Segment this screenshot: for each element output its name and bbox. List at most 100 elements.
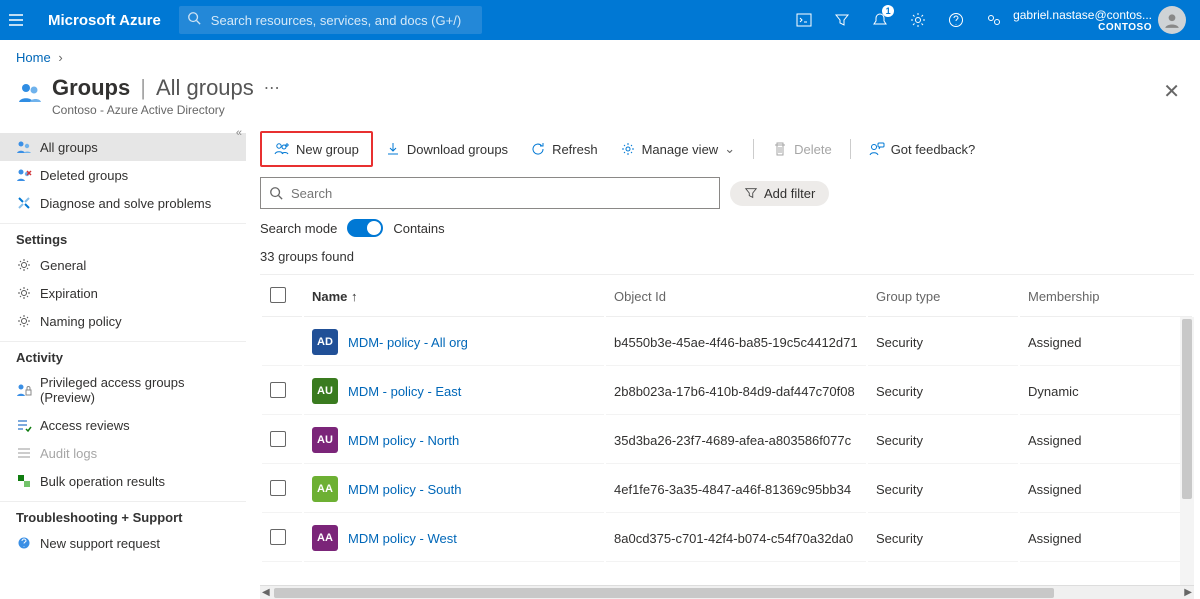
filter-icon [744, 186, 758, 200]
sidebar-item-label: Access reviews [40, 418, 130, 433]
avatar-icon [1158, 6, 1186, 34]
nav-icon [16, 313, 32, 329]
group-type-cell: Security [868, 417, 1018, 464]
groups-table: Name ↑ Object Id Group type Membership A… [260, 275, 1194, 564]
group-initials-badge: AA [312, 525, 338, 551]
sort-asc-icon: ↑ [351, 289, 358, 304]
group-name-link[interactable]: MDM- policy - All org [348, 335, 468, 350]
cloud-shell-icon[interactable] [785, 0, 823, 40]
group-initials-badge: AD [312, 329, 338, 355]
brand-label[interactable]: Microsoft Azure [48, 12, 161, 29]
add-filter-button[interactable]: Add filter [730, 181, 829, 206]
sidebar-item-access-reviews[interactable]: Access reviews [0, 411, 246, 439]
collapse-sidebar-icon[interactable]: « [236, 127, 242, 139]
sidebar-item-label: New support request [40, 536, 160, 551]
person-feedback-icon [869, 141, 885, 157]
group-initials-badge: AA [312, 476, 338, 502]
notification-badge: 1 [882, 5, 894, 17]
sidebar-item-diagnose-and-solve-problems[interactable]: Diagnose and solve problems [0, 189, 246, 217]
search-mode-label: Search mode [260, 221, 337, 236]
scroll-left-icon[interactable]: ◀ [262, 587, 270, 598]
refresh-icon [530, 141, 546, 157]
refresh-button[interactable]: Refresh [520, 135, 608, 163]
membership-cell: Dynamic [1020, 368, 1192, 415]
manage-view-button[interactable]: Manage view ⌄ [610, 135, 746, 163]
row-checkbox[interactable] [270, 480, 286, 496]
nav-icon [16, 535, 32, 551]
global-search-input[interactable] [179, 6, 482, 34]
sidebar-item-audit-logs[interactable]: Audit logs [0, 439, 246, 467]
new-group-button[interactable]: New group [264, 135, 369, 163]
object-id-cell: b4550b3e-45ae-4f46-ba85-19c5c4412d71 [606, 319, 866, 366]
chevron-right-icon: › [58, 50, 62, 65]
close-blade-icon[interactable]: ✕ [1159, 75, 1184, 108]
download-groups-button[interactable]: Download groups [375, 135, 518, 163]
vertical-scrollbar[interactable] [1180, 317, 1194, 585]
sidebar-item-new-support-request[interactable]: New support request [0, 529, 246, 557]
table-row: AU MDM - policy - East 2b8b023a-17b6-410… [262, 368, 1192, 415]
search-mode-toggle[interactable] [347, 219, 383, 237]
sidebar-item-expiration[interactable]: Expiration [0, 279, 246, 307]
membership-cell: Assigned [1020, 466, 1192, 513]
object-id-cell: 4ef1fe76-3a35-4847-a46f-81369c95bb34 [606, 466, 866, 513]
sidebar-item-label: Audit logs [40, 446, 97, 461]
breadcrumb-home[interactable]: Home [16, 50, 51, 65]
row-checkbox[interactable] [270, 529, 286, 545]
settings-icon[interactable] [899, 0, 937, 40]
select-all-checkbox[interactable] [270, 287, 286, 303]
feedback-icon[interactable] [975, 0, 1013, 40]
sidebar-item-all-groups[interactable]: All groups [0, 133, 246, 161]
nav-icon [16, 285, 32, 301]
hamburger-menu-icon[interactable] [8, 12, 40, 28]
group-name-link[interactable]: MDM policy - South [348, 482, 461, 497]
notifications-icon[interactable]: 1 [861, 0, 899, 40]
sidebar-item-label: Naming policy [40, 314, 122, 329]
sidebar-item-bulk-operation-results[interactable]: Bulk operation results [0, 467, 246, 495]
column-membership[interactable]: Membership [1020, 277, 1192, 317]
page-section: All groups [156, 75, 254, 101]
more-icon[interactable]: ⋯ [264, 78, 280, 98]
group-name-link[interactable]: MDM - policy - East [348, 384, 461, 399]
column-object-id[interactable]: Object Id [606, 277, 866, 317]
sidebar-section-label: Settings [0, 223, 246, 251]
nav-icon [16, 445, 32, 461]
sidebar-item-naming-policy[interactable]: Naming policy [0, 307, 246, 335]
user-account[interactable]: gabriel.nastase@contos... CONTOSO [1013, 6, 1192, 34]
row-checkbox[interactable] [270, 382, 286, 398]
sidebar-item-label: Diagnose and solve problems [40, 196, 211, 211]
sidebar-item-label: All groups [40, 140, 98, 155]
sidebar-item-label: Expiration [40, 286, 98, 301]
horizontal-scrollbar[interactable]: ◀ ▶ [260, 585, 1194, 599]
help-icon[interactable] [937, 0, 975, 40]
page-header: Groups | All groups ⋯ Contoso - Azure Ac… [0, 71, 1200, 127]
sidebar-item-privileged-access-groups-preview[interactable]: Privileged access groups (Preview) [0, 369, 246, 411]
user-email-label: gabriel.nastase@contos... [1013, 8, 1152, 22]
got-feedback-button[interactable]: Got feedback? [859, 135, 986, 163]
user-org-label: CONTOSO [1013, 22, 1152, 33]
search-box[interactable] [260, 177, 720, 209]
search-input[interactable] [291, 186, 711, 201]
object-id-cell: 8a0cd375-c701-42f4-b074-c54f70a32da0 [606, 515, 866, 562]
nav-icon [16, 195, 32, 211]
object-id-cell: 35d3ba26-23f7-4689-afea-a803586f077c [606, 417, 866, 464]
row-checkbox[interactable] [270, 431, 286, 447]
object-id-cell: 2b8b023a-17b6-410b-84d9-daf447c70f08 [606, 368, 866, 415]
group-name-link[interactable]: MDM policy - North [348, 433, 459, 448]
sidebar: « All groups Deleted groups Diagnose and… [0, 127, 246, 599]
sidebar-item-general[interactable]: General [0, 251, 246, 279]
table-row: AA MDM policy - South 4ef1fe76-3a35-4847… [262, 466, 1192, 513]
gear-icon [620, 141, 636, 157]
group-type-cell: Security [868, 466, 1018, 513]
membership-cell: Assigned [1020, 515, 1192, 562]
group-name-link[interactable]: MDM policy - West [348, 531, 457, 546]
nav-icon [16, 139, 32, 155]
table-row: AD MDM- policy - All org b4550b3e-45ae-4… [262, 319, 1192, 366]
scroll-right-icon[interactable]: ▶ [1184, 587, 1192, 598]
sidebar-item-deleted-groups[interactable]: Deleted groups [0, 161, 246, 189]
column-name[interactable]: Name ↑ [304, 277, 604, 317]
column-group-type[interactable]: Group type [868, 277, 1018, 317]
membership-cell: Assigned [1020, 417, 1192, 464]
directory-filter-icon[interactable] [823, 0, 861, 40]
global-search [179, 6, 482, 34]
download-icon [385, 141, 401, 157]
